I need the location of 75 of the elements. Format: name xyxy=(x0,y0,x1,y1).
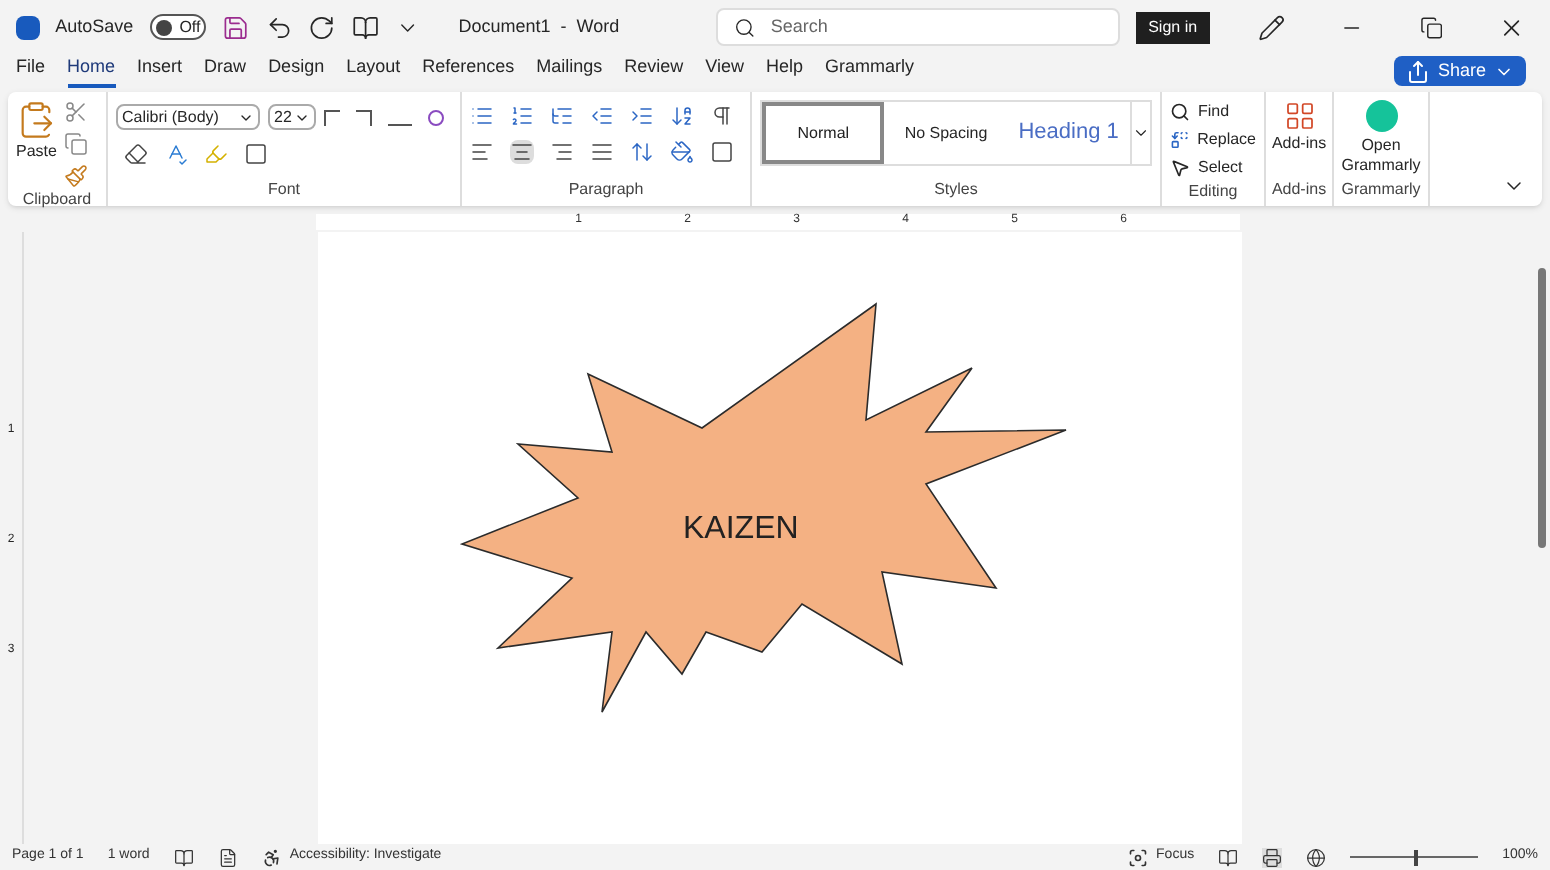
justify-icon[interactable] xyxy=(590,140,614,164)
redo-icon[interactable] xyxy=(308,13,336,41)
group-label: Editing xyxy=(1186,180,1240,204)
decrease-indent-icon[interactable] xyxy=(590,104,614,128)
replace-button[interactable]: Replace xyxy=(1170,128,1256,152)
align-center-icon[interactable] xyxy=(510,140,534,164)
group-label: Styles xyxy=(932,178,980,202)
numbering-icon[interactable] xyxy=(510,104,534,128)
ribbon-tab[interactable]: Insert xyxy=(137,54,183,88)
restore-icon[interactable] xyxy=(1419,15,1443,39)
font-size-field[interactable]: 22 xyxy=(268,104,316,130)
search-icon xyxy=(1170,102,1190,122)
ribbon-tab[interactable]: Mailings xyxy=(536,54,603,88)
ribbon-tab[interactable]: File xyxy=(16,54,46,88)
group-label: Clipboard xyxy=(20,188,94,212)
cut-icon[interactable] xyxy=(64,100,89,124)
add-ins-button[interactable]: Add-ins xyxy=(1271,92,1327,156)
select-button[interactable]: Select xyxy=(1170,156,1256,180)
paste-button[interactable]: Paste xyxy=(16,100,57,188)
read-mode-icon[interactable] xyxy=(1218,847,1239,867)
group-label: Grammarly xyxy=(1341,178,1421,202)
shape-text: KAIZEN xyxy=(683,510,799,550)
style-option[interactable]: Heading 1 xyxy=(1007,102,1130,164)
ribbon-tab[interactable]: References xyxy=(422,54,515,88)
group-label: Add-ins xyxy=(1271,178,1327,202)
ribbon-tab[interactable]: Grammarly xyxy=(825,54,915,88)
shading-icon[interactable] xyxy=(670,140,694,164)
replace-icon xyxy=(1170,130,1190,150)
font-name-field[interactable]: Calibri (Body) xyxy=(116,104,260,130)
pointer-icon xyxy=(1170,158,1190,178)
style-option[interactable]: Normal xyxy=(762,102,885,164)
search-field[interactable]: Search xyxy=(715,8,1121,46)
ribbon-tab[interactable]: Draw xyxy=(204,54,247,88)
pilcrow-icon[interactable] xyxy=(710,104,734,128)
group-label: Font xyxy=(265,178,302,202)
ribbon-tab[interactable]: Help xyxy=(766,54,804,88)
sign-in-button[interactable]: Sign in xyxy=(1136,11,1210,43)
ribbon-tab[interactable]: View xyxy=(705,54,745,88)
starburst-shape[interactable] xyxy=(459,302,1067,714)
window-title: Document1 - Word xyxy=(458,13,620,40)
book-icon[interactable] xyxy=(352,13,380,41)
ribbon-tab[interactable]: Review xyxy=(624,54,684,88)
share-button[interactable]: Share xyxy=(1393,56,1526,86)
search-input[interactable]: Search xyxy=(770,13,1103,41)
font-tools-drawing[interactable] xyxy=(324,107,448,127)
sort-icon[interactable] xyxy=(670,104,694,128)
save-icon[interactable] xyxy=(222,13,250,41)
find-button[interactable]: Find xyxy=(1170,100,1256,124)
accessibility-icon xyxy=(261,847,282,867)
group-label: Paragraph xyxy=(566,178,646,202)
align-right-icon[interactable] xyxy=(550,140,574,164)
text-effects-icon[interactable] xyxy=(164,142,188,166)
style-option[interactable]: No Spacing xyxy=(884,102,1008,164)
ribbon-tab[interactable]: Layout xyxy=(346,54,401,88)
multilevel-list-icon[interactable] xyxy=(550,104,574,128)
copy-icon[interactable] xyxy=(64,132,89,156)
ribbon-tab[interactable]: Design xyxy=(268,54,325,88)
web-layout-icon[interactable] xyxy=(1306,847,1327,867)
pen-icon[interactable] xyxy=(1257,13,1285,41)
focus-icon xyxy=(1128,847,1149,867)
align-left-icon[interactable] xyxy=(470,140,494,164)
increase-indent-icon[interactable] xyxy=(630,104,654,128)
borders-icon[interactable] xyxy=(710,140,734,164)
line-spacing-icon[interactable] xyxy=(630,140,654,164)
autosave-label: AutoSave xyxy=(55,13,134,40)
open-grammarly-button[interactable]: Open Grammarly xyxy=(1341,92,1421,176)
autosave-toggle[interactable]: Off xyxy=(149,14,207,40)
search-icon[interactable] xyxy=(733,15,755,39)
grid-icon xyxy=(1283,100,1315,132)
share-icon xyxy=(1405,59,1430,83)
zoom-slider[interactable] xyxy=(1350,849,1479,865)
format-painter-icon[interactable] xyxy=(64,164,89,188)
ribbon-tab[interactable]: Home xyxy=(67,54,116,88)
undo-icon[interactable] xyxy=(265,13,293,41)
clipboard-icon xyxy=(16,100,57,140)
